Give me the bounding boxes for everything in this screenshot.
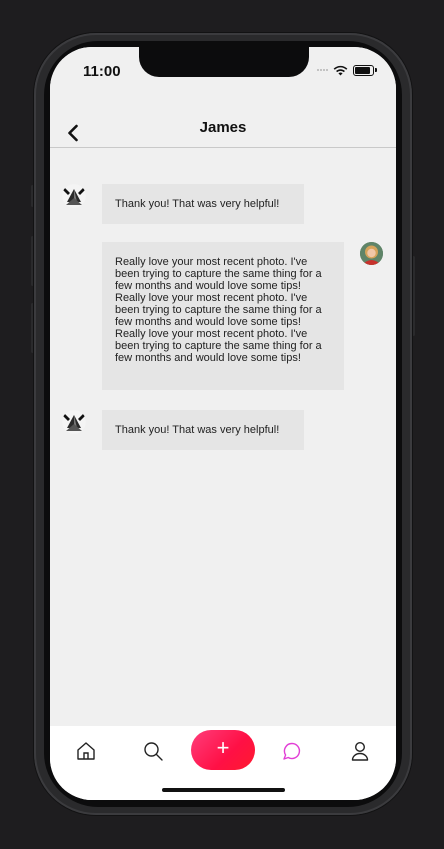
search-icon bbox=[144, 742, 163, 761]
avatar bbox=[62, 410, 86, 434]
add-icon: + bbox=[216, 735, 230, 760]
avatar-image-icon bbox=[62, 184, 86, 208]
avatar-image-icon bbox=[62, 410, 86, 434]
tab-home[interactable] bbox=[74, 739, 98, 763]
chat-header: 11:00 James bbox=[50, 47, 396, 148]
status-icons bbox=[317, 63, 377, 77]
avatar bbox=[360, 242, 383, 265]
side-button-power bbox=[412, 256, 415, 336]
avatar-photo-icon bbox=[360, 242, 383, 265]
chat-icon bbox=[283, 742, 301, 760]
chat-title: James bbox=[199, 119, 247, 136]
phone-screen: 11:00 James Thank you! That was very hel… bbox=[50, 47, 396, 800]
tab-search[interactable] bbox=[141, 739, 165, 763]
tab-messages[interactable] bbox=[280, 739, 304, 763]
message-bubble-outgoing: Really love your most recent photo. I've… bbox=[102, 242, 344, 390]
add-post-button[interactable]: + bbox=[191, 730, 255, 770]
message-list: Thank you! That was very helpful! Really… bbox=[50, 148, 396, 726]
battery-icon bbox=[353, 64, 377, 76]
home-icon bbox=[77, 742, 95, 760]
notch bbox=[139, 47, 309, 77]
tab-profile[interactable] bbox=[348, 739, 372, 763]
avatar bbox=[62, 184, 86, 208]
wifi-icon bbox=[333, 65, 348, 75]
message-bubble-incoming: Thank you! That was very helpful! bbox=[102, 410, 304, 450]
home-indicator bbox=[162, 788, 285, 792]
signal-dots-icon bbox=[317, 69, 328, 71]
profile-icon bbox=[351, 741, 369, 761]
message-bubble-incoming: Thank you! That was very helpful! bbox=[102, 184, 304, 224]
status-time: 11:00 bbox=[83, 63, 121, 80]
